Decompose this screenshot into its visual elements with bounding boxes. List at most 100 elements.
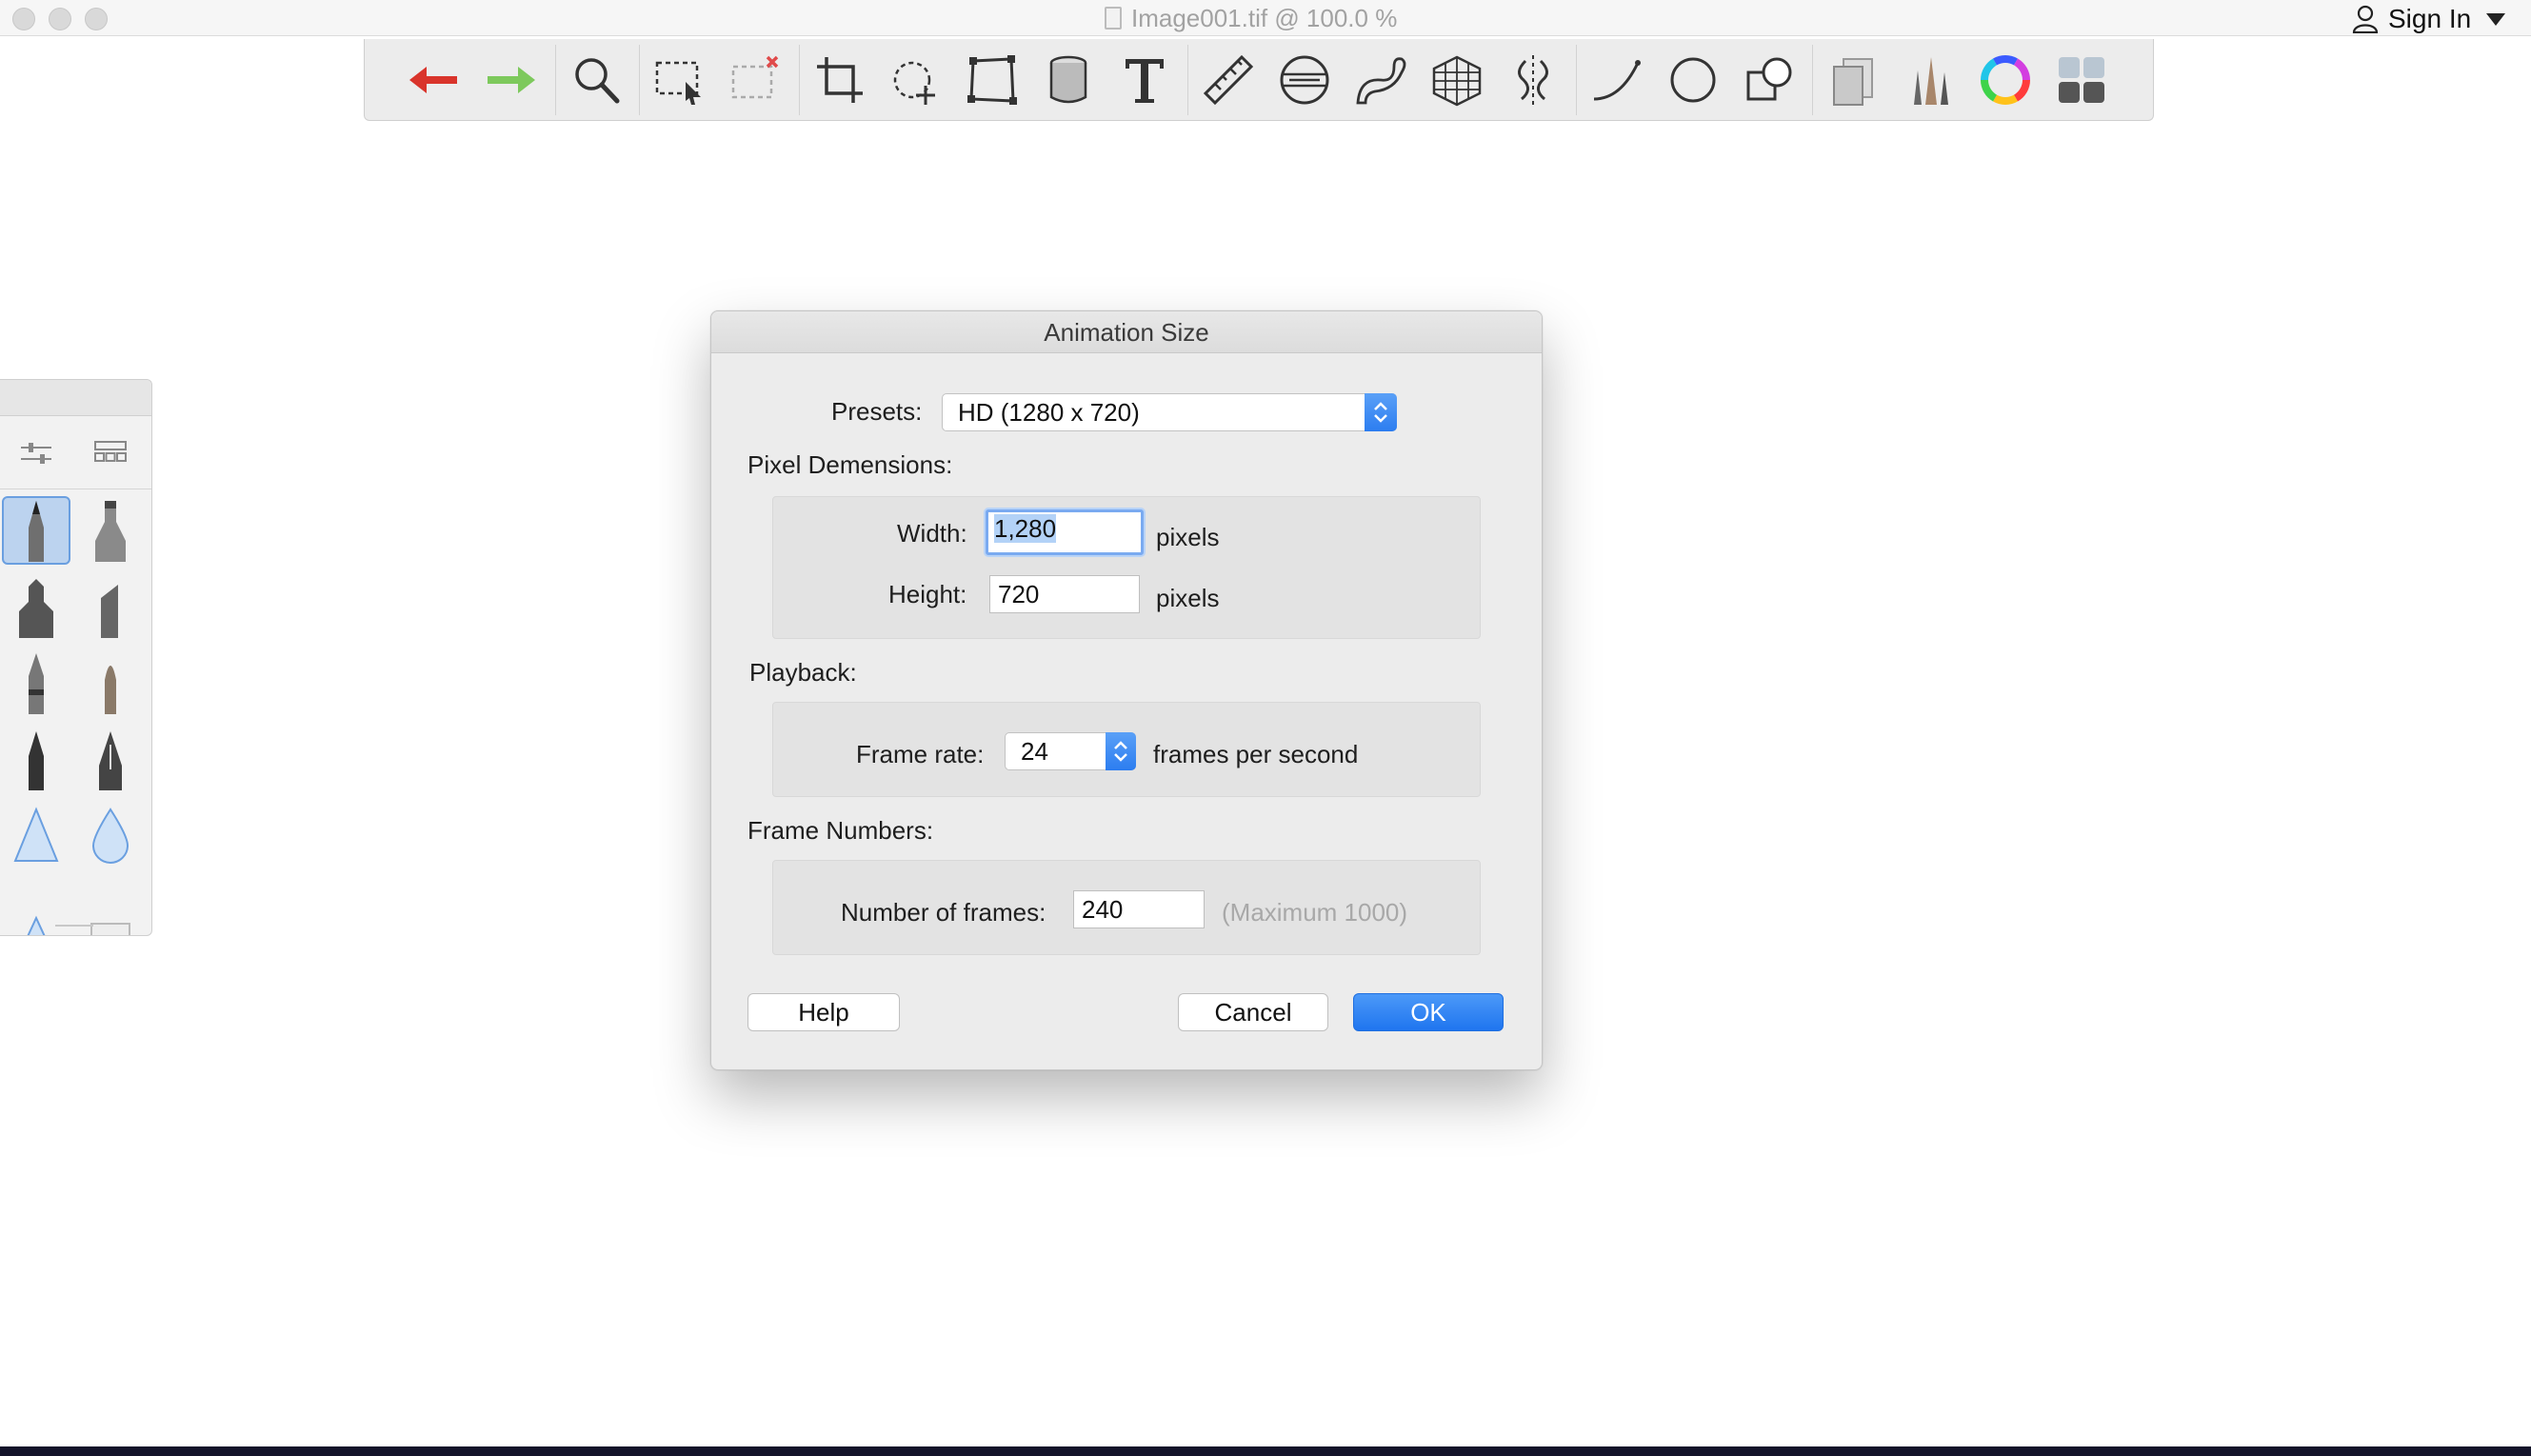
deselect-button[interactable] (725, 49, 787, 111)
up-down-chevron-icon (1374, 402, 1387, 423)
pencil-brush[interactable] (2, 496, 70, 565)
ballpoint-icon (29, 653, 44, 714)
zoom-icon (575, 58, 620, 104)
ellipse-guide-button[interactable] (1273, 49, 1336, 111)
presets-value: HD (1280 x 720) (958, 398, 1140, 427)
presets-select[interactable]: HD (1280 x 720) (942, 393, 1397, 431)
ruler-icon (1203, 54, 1254, 106)
window-titlebar: Image001.tif @ 100.0 % Sign In (0, 0, 2531, 36)
distort-transform-button[interactable] (961, 49, 1024, 111)
help-button[interactable]: Help (747, 993, 900, 1031)
eraser-icon (90, 923, 130, 935)
brush-library-button[interactable] (1898, 49, 1961, 111)
perspective-guide-button[interactable] (1425, 49, 1488, 111)
close-window-button[interactable] (12, 8, 35, 30)
undo-button[interactable] (403, 49, 466, 111)
height-input[interactable]: 720 (989, 575, 1140, 613)
stroke-tool-button[interactable] (1585, 49, 1648, 111)
deselect-icon (731, 55, 779, 99)
text-icon (1126, 59, 1164, 103)
lasso-transform-icon (893, 61, 935, 105)
marker-icon (19, 579, 53, 638)
playback-label: Playback: (749, 658, 857, 687)
brush-palette-header (0, 380, 151, 416)
brush-properties-tab[interactable] (8, 429, 65, 475)
chisel-marker-brush[interactable] (76, 572, 145, 641)
width-input[interactable]: 1,280 (986, 509, 1144, 555)
main-toolbar (364, 39, 2154, 121)
shapes-icon (1746, 57, 1792, 101)
crop-tool-button[interactable] (808, 49, 871, 111)
fill-bucket-icon (1049, 55, 1087, 104)
smudge-brush[interactable] (2, 801, 70, 869)
fps-unit: frames per second (1153, 740, 1359, 768)
brush-sets-tab[interactable] (82, 429, 139, 475)
smudge-icon (13, 807, 59, 862)
blender-brush[interactable] (76, 801, 145, 869)
rect-select-button[interactable] (648, 49, 711, 111)
french-curve-icon (1356, 57, 1406, 105)
chevron-down-icon (2486, 12, 2506, 26)
frame-rate-value: 24 (1021, 737, 1048, 766)
redo-icon (488, 67, 535, 93)
maximum-frames-hint: (Maximum 1000) (1222, 898, 1408, 927)
paint-brush[interactable] (76, 648, 145, 717)
copy-layers-button[interactable] (1822, 49, 1884, 111)
brush-library-icon (1914, 57, 1948, 105)
ink-pen-brush[interactable] (76, 725, 145, 793)
minimize-window-button[interactable] (49, 8, 71, 30)
undo-icon (409, 67, 457, 93)
up-down-chevron-icon (1114, 741, 1127, 762)
zoom-window-button[interactable] (85, 8, 108, 30)
lasso-transform-button[interactable] (885, 49, 947, 111)
ellipse-guide-icon (1280, 55, 1329, 105)
redo-button[interactable] (479, 49, 542, 111)
height-unit: pixels (1156, 584, 1220, 612)
number-of-frames-label: Number of frames: (841, 898, 1046, 927)
frame-rate-stepper[interactable] (1106, 732, 1136, 770)
number-of-frames-value: 240 (1082, 895, 1124, 924)
perspective-grid-icon (1432, 55, 1482, 107)
ellipse-tool-button[interactable] (1662, 49, 1724, 111)
window-title: Image001.tif @ 100.0 % (1105, 4, 1397, 32)
triangle-icon (27, 915, 46, 935)
width-label: Width: (897, 519, 967, 548)
layers-button[interactable] (2050, 49, 2113, 111)
distort-transform-icon (967, 55, 1017, 105)
symmetry-button[interactable] (1502, 49, 1564, 111)
ink-pen-icon (99, 731, 122, 790)
grid-icon (94, 441, 127, 462)
eraser-brush[interactable] (76, 877, 145, 935)
zoom-tool-button[interactable] (565, 49, 628, 111)
pencil-icon (29, 501, 44, 562)
frame-numbers-label: Frame Numbers: (747, 816, 934, 845)
frame-rate-label: Frame rate: (856, 740, 985, 768)
presets-stepper[interactable] (1365, 393, 1397, 431)
width-unit: pixels (1156, 523, 1220, 551)
ellipse-shape-icon (1670, 57, 1716, 103)
color-wheel-button[interactable] (1974, 49, 2037, 111)
fineliner-brush[interactable] (2, 725, 70, 793)
french-curve-button[interactable] (1349, 49, 1412, 111)
layers-grid-icon (2059, 57, 2104, 103)
palette-resize-handle[interactable] (55, 925, 93, 927)
shapes-tool-button[interactable] (1738, 49, 1801, 111)
frame-rate-combo[interactable]: 24 (1005, 732, 1136, 770)
ballpoint-brush[interactable] (2, 648, 70, 717)
number-of-frames-input[interactable]: 240 (1073, 890, 1205, 928)
fineliner-icon (29, 731, 44, 790)
sign-in-label: Sign In (2388, 4, 2472, 33)
ruler-tool-button[interactable] (1197, 49, 1260, 111)
ok-button[interactable]: OK (1353, 993, 1504, 1031)
cancel-button[interactable]: Cancel (1178, 993, 1328, 1031)
text-tool-button[interactable] (1113, 49, 1176, 111)
user-icon (2352, 5, 2379, 33)
marker-brush[interactable] (2, 572, 70, 641)
sign-in-menu[interactable]: Sign In (2352, 2, 2506, 36)
airbrush-icon (95, 501, 126, 562)
select-rect-icon (655, 61, 701, 105)
brush-palette (0, 379, 152, 936)
fill-tool-button[interactable] (1037, 49, 1100, 111)
shape-brush[interactable] (2, 877, 70, 935)
airbrush-brush[interactable] (76, 496, 145, 565)
